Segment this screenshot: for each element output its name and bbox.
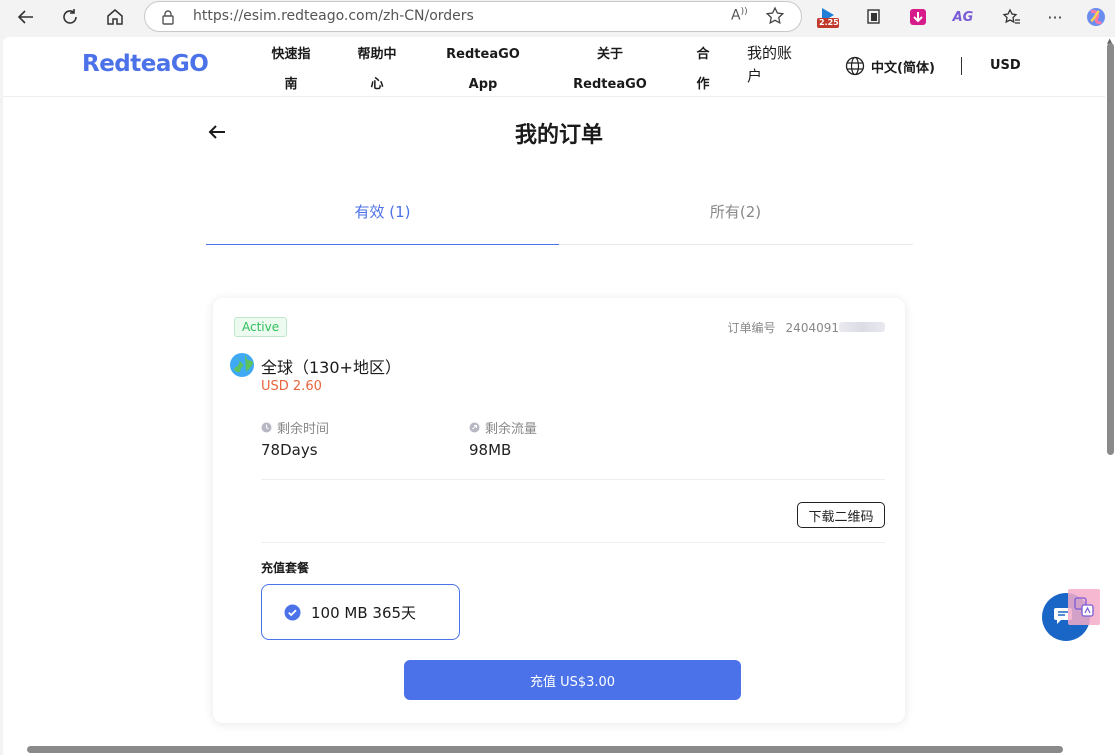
remaining-time-value: 78Days [261,441,318,459]
nav-cooperation-line1: 合 [696,47,710,62]
language-label: 中文(简体) [871,60,935,76]
language-selector[interactable]: 中文(简体) [845,56,935,76]
nav-app[interactable]: RedteaGO App [440,40,526,100]
globe-emoji-icon [229,352,255,382]
tab-underline [206,244,559,245]
translate-extension-label: AG [952,9,974,25]
collections-icon[interactable] [862,5,886,29]
read-aloud-icon[interactable]: A)) [731,7,748,24]
browser-toolbar: https://esim.redteago.com/zh-CN/orders A… [0,0,1115,36]
url-text[interactable]: https://esim.redteago.com/zh-CN/orders [193,8,474,24]
nav-about-line1: 关于 [596,47,623,62]
favorites-icon[interactable] [999,5,1023,29]
recharge-package-label: 100 MB 365天 [311,603,417,622]
remaining-data: 剩余流量 98MB [469,418,537,459]
order-number-prefix: 2404091 [785,320,839,335]
globe-icon [845,56,865,76]
nav-cooperation-line2: 作 [696,77,710,92]
nav-my-account-line1: 我的账 [747,44,793,62]
page-viewport: RedteaGO 快速指 南 帮助中 心 RedteaGO App 关于 Red… [3,37,1115,755]
tab-all-orders[interactable]: 所有(2) [559,201,912,222]
refresh-icon[interactable] [56,4,84,30]
nav-app-line1: RedteaGO [446,47,520,62]
order-number: 订单编号 2404091 [728,319,885,336]
recharge-package-option[interactable]: 100 MB 365天 [261,584,460,640]
horizontal-scrollbar[interactable] [3,743,1115,755]
clock-icon [261,422,272,433]
remaining-time: 剩余时间 78Days [261,418,329,459]
currency-selector[interactable]: USD [990,58,1021,73]
nav-about[interactable]: 关于 RedteaGO [567,40,653,100]
address-bar[interactable]: https://esim.redteago.com/zh-CN/orders A… [144,1,802,32]
nav-quick-guide-line1: 快速指 [271,47,311,62]
remaining-time-header: 剩余时间 [261,418,329,437]
tab-active-orders[interactable]: 有效 (1) [206,201,559,222]
home-icon[interactable] [101,4,129,30]
remaining-time-label: 剩余时间 [277,422,330,437]
order-number-redacted [839,321,885,332]
nav-quick-guide[interactable]: 快速指 南 [266,40,316,100]
order-tabs: 有效 (1) 所有(2) [206,195,913,245]
nav-cooperation[interactable]: 合 作 [691,40,715,100]
nav-app-line2: App [468,77,498,92]
remaining-data-header: 剩余流量 [469,418,537,437]
translate-extension-icon[interactable]: AG [951,5,975,29]
site-logo[interactable]: RedteaGO [82,51,209,77]
nav-quick-guide-line2: 南 [284,77,298,92]
plan-price: USD 2.60 [261,379,322,394]
favorite-star-icon[interactable] [765,6,785,30]
nav-my-account-line2: 户 [747,67,763,85]
header-divider [961,57,962,75]
check-circle-icon [284,604,301,620]
lock-icon[interactable] [161,9,175,29]
status-badge: Active [234,317,288,337]
remaining-data-value: 98MB [469,441,512,459]
site-header: RedteaGO 快速指 南 帮助中 心 RedteaGO App 关于 Red… [3,37,1105,97]
plan-name: 全球（130+地区） [261,358,401,377]
horizontal-scrollbar-thumb[interactable] [27,746,1063,753]
extension-badge-count: 2.25 [819,18,839,27]
recharge-section-label: 充值套餐 [261,561,310,575]
extension-badge-icon[interactable]: 2.25 [816,5,840,29]
vertical-scrollbar-thumb[interactable] [1107,43,1114,455]
nav-help-center[interactable]: 帮助中 心 [352,40,402,100]
card-divider [261,542,885,543]
back-icon[interactable] [12,4,40,30]
more-options-icon[interactable]: ··· [1043,5,1067,29]
page-title: 我的订单 [514,123,603,148]
download-extension-icon[interactable] [906,5,930,29]
translate-overlay-icon[interactable] [1068,589,1100,625]
download-qr-button[interactable]: 下载二维码 [797,502,885,528]
nav-about-line2: RedteaGO [573,77,647,92]
remaining-data-label: 剩余流量 [485,422,538,437]
recharge-pay-button[interactable]: 充值 US$3.00 [404,660,741,700]
data-usage-icon [469,422,480,433]
vertical-scrollbar[interactable]: ▲ [1105,37,1115,737]
nav-help-center-line1: 帮助中 [357,47,397,62]
card-divider [261,479,885,480]
order-card: Active 订单编号 2404091 全球（130+地区） USD 2.60 … [213,298,905,723]
nav-help-center-line2: 心 [370,77,384,92]
copilot-icon[interactable] [1084,5,1108,29]
order-number-value: 2404091 [786,321,885,335]
nav-my-account[interactable]: 我的账 户 [747,42,807,88]
order-number-label: 订单编号 [727,321,776,335]
